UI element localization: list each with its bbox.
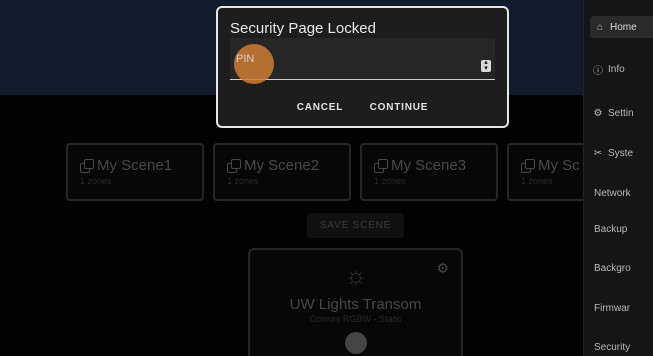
sidebar-item-security[interactable]: Security (594, 336, 653, 356)
gears-icon: ⚙ (593, 107, 603, 119)
sidebar-item-firmware[interactable]: Firmwar (594, 297, 653, 319)
cancel-button[interactable]: CANCEL (297, 102, 343, 113)
dialog-actions: CANCEL CONTINUE (218, 97, 507, 115)
dialog-title: Security Page Locked (230, 20, 376, 37)
tools-icon: ✂ (593, 147, 603, 159)
sidebar: ⌂ Home ⓘ Info ⚙ Settin ✂ Syste Network Backu… (583, 0, 653, 356)
security-lock-dialog: Security Page Locked ▴ ▾ CANCEL CONTINUE (216, 6, 509, 128)
continue-button[interactable]: CONTINUE (370, 102, 429, 113)
sidebar-item-backup[interactable]: Backup (594, 218, 653, 240)
pin-field[interactable]: ▴ ▾ (230, 38, 495, 84)
pin-input[interactable] (236, 46, 456, 72)
sidebar-item-network[interactable]: Network (594, 182, 653, 204)
sidebar-item-info[interactable]: ⓘ Info (592, 58, 653, 80)
info-icon: ⓘ (593, 65, 603, 77)
spinner-icon[interactable]: ▴ ▾ (481, 59, 491, 72)
home-icon: ⌂ (596, 21, 604, 33)
sidebar-item-system[interactable]: ✂ Syste (592, 142, 653, 164)
sidebar-item-settings[interactable]: ⚙ Settin (592, 102, 653, 124)
sidebar-item-background[interactable]: Backgro (594, 257, 653, 279)
sidebar-item-home[interactable]: ⌂ Home (590, 16, 653, 38)
